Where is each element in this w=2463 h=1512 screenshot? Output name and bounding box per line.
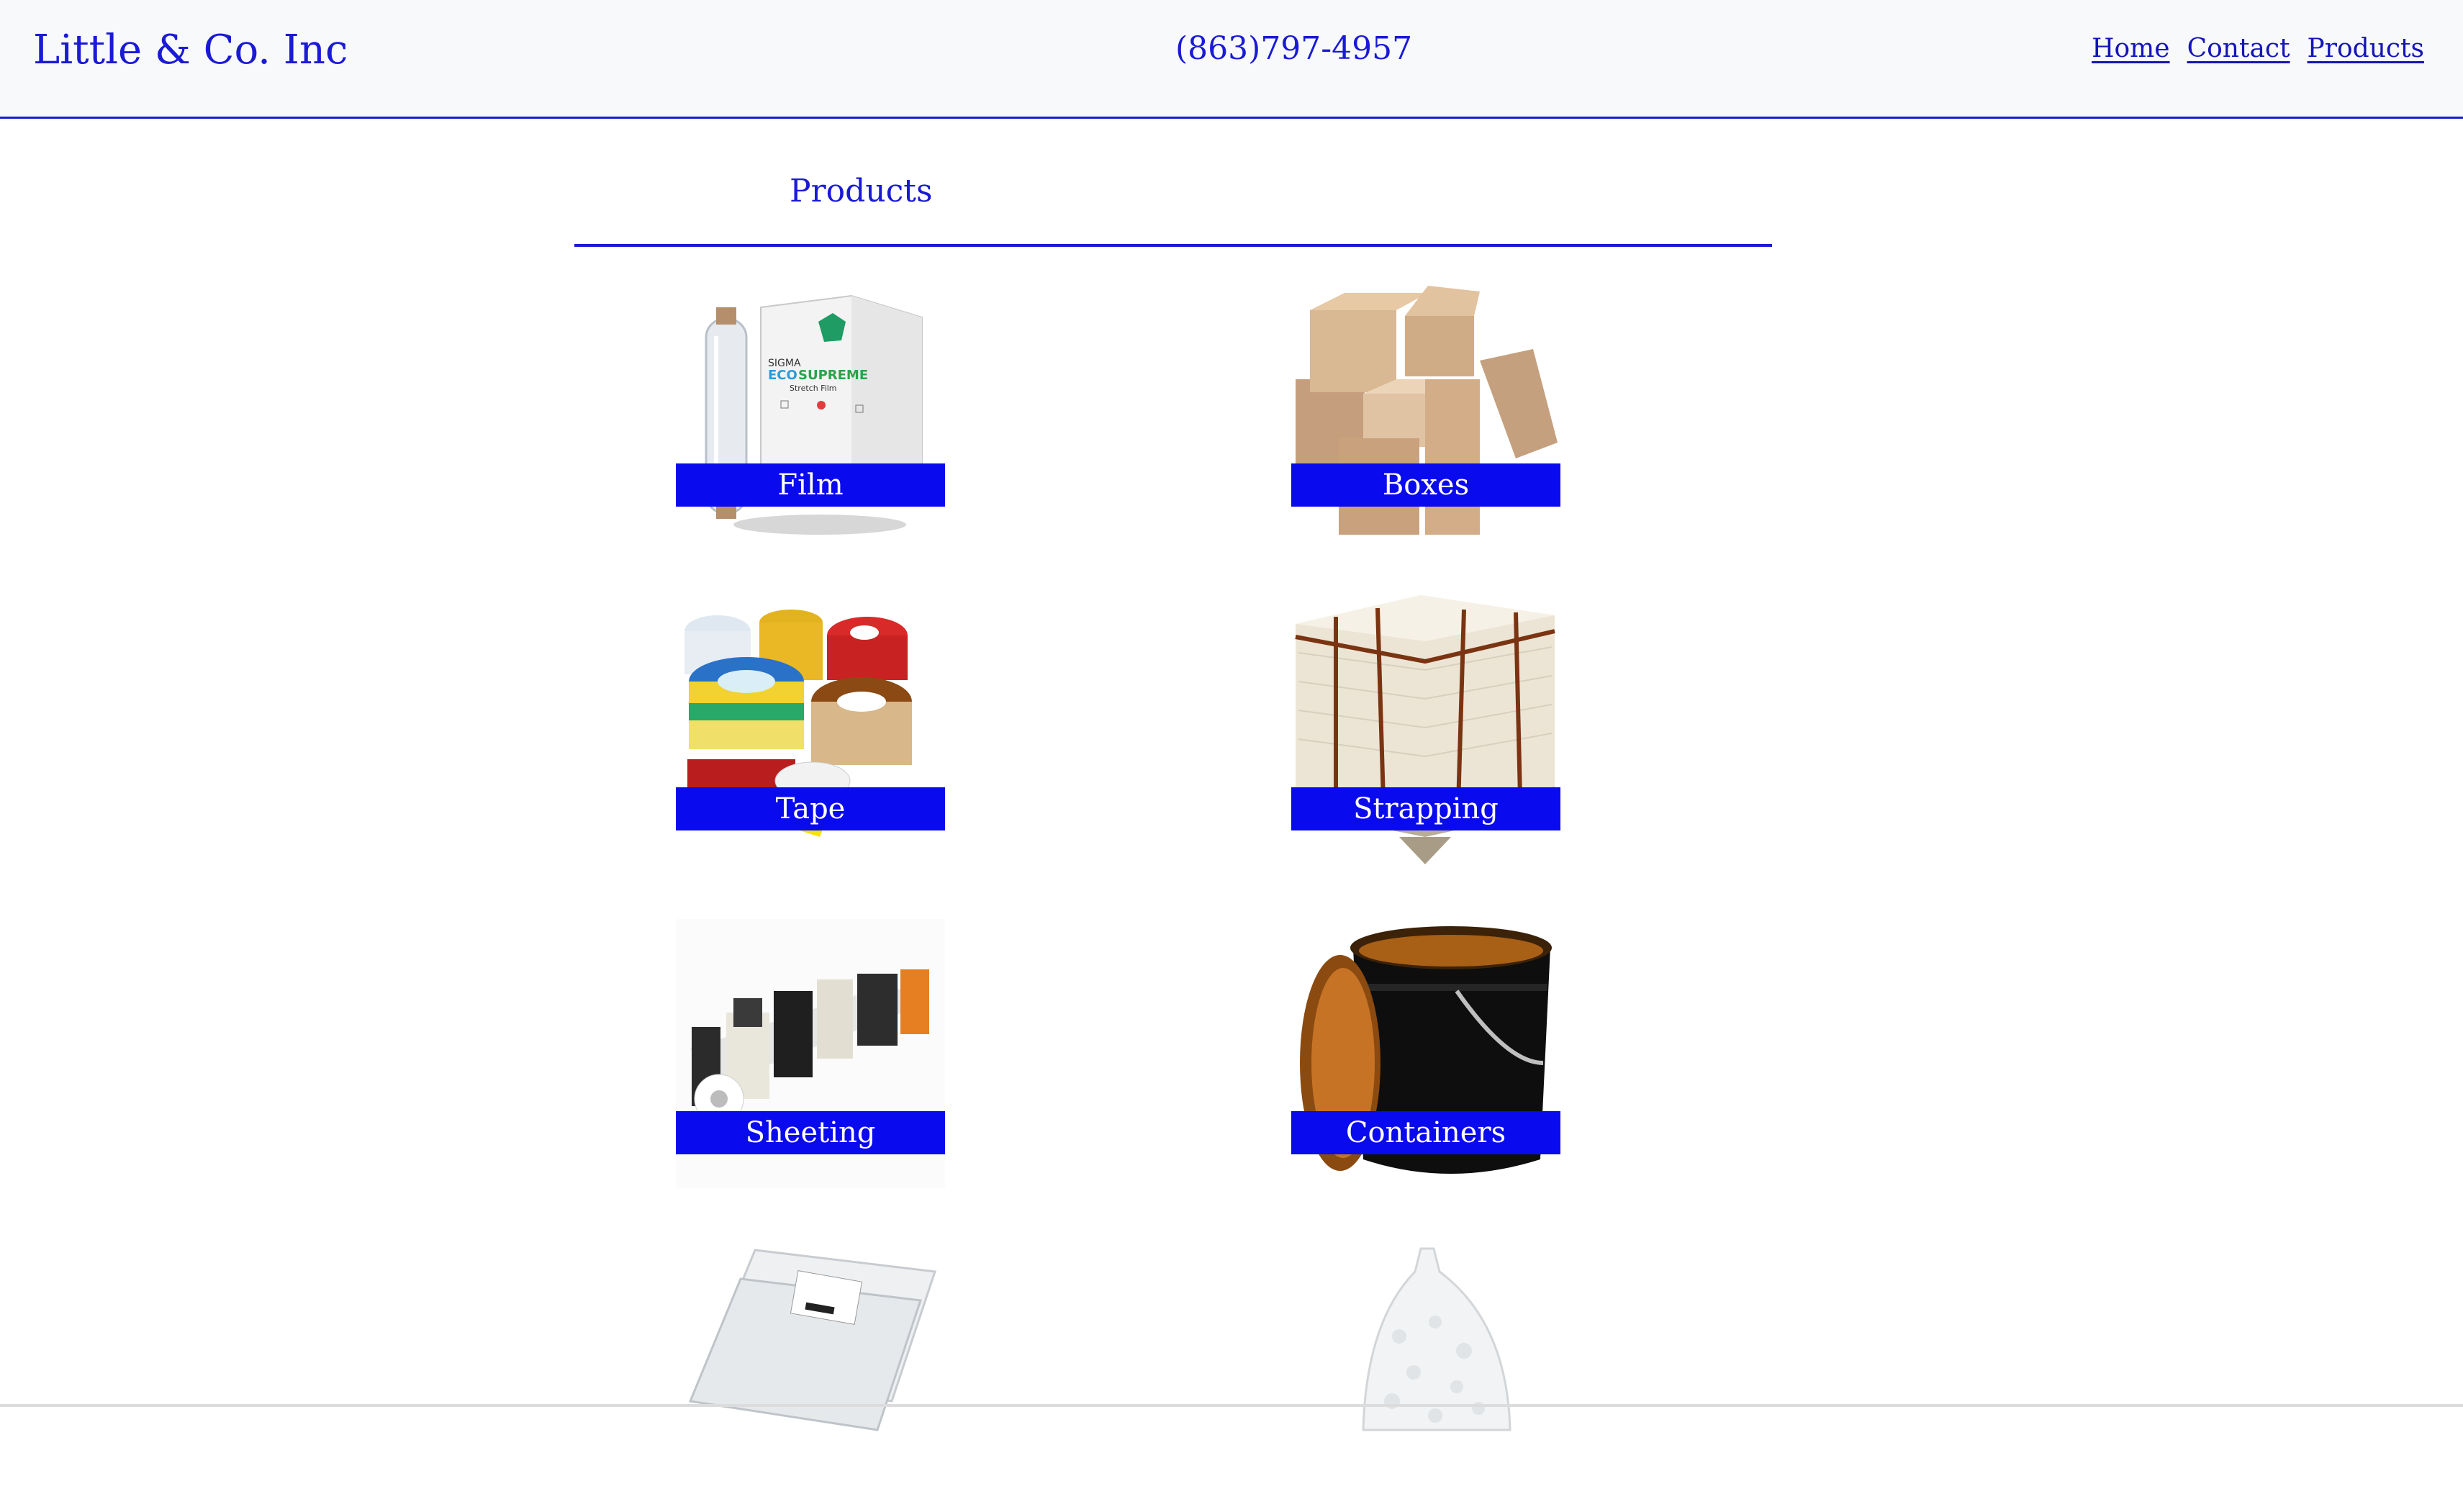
svg-text:SUPREME: SUPREME (798, 368, 868, 383)
nav-contact-link[interactable]: Contact (2187, 30, 2290, 68)
product-tile-film[interactable]: SIGMA ECO SUPREME Stretch Film Film (676, 271, 945, 540)
product-tile-containers[interactable]: Containers (1291, 919, 1560, 1188)
page-title: Products (790, 173, 933, 209)
product-label: Containers (1291, 1111, 1560, 1154)
packing-peanuts-bag-image (1291, 1243, 1560, 1512)
nav-home-link[interactable]: Home (2092, 30, 2170, 68)
nav-products-link[interactable]: Products (2308, 30, 2424, 68)
product-label: Sheeting (676, 1111, 945, 1154)
poly-bags-image (676, 1243, 945, 1512)
product-label: Boxes (1291, 463, 1560, 507)
product-tile-bags[interactable] (676, 1243, 945, 1512)
product-tile-tape[interactable]: Tape (676, 595, 945, 864)
product-tile-sheeting[interactable]: Sheeting (676, 919, 945, 1188)
svg-text:ECO: ECO (768, 368, 797, 383)
title-divider (574, 244, 1772, 247)
window-bottom-edge (0, 1404, 2463, 1407)
phone-number: (863)797-4957 (1175, 30, 1413, 67)
site-header: Little & Co. Inc (863)797-4957 Home Cont… (0, 0, 2463, 119)
product-label: Film (676, 463, 945, 507)
product-tile-boxes[interactable]: Boxes (1291, 271, 1560, 540)
svg-text:Stretch Film: Stretch Film (790, 384, 837, 393)
main-nav: Home Contact Products (2092, 30, 2424, 68)
brand-link[interactable]: Little & Co. Inc (33, 22, 348, 79)
product-label: Tape (676, 787, 945, 830)
product-label: Strapping (1291, 787, 1560, 830)
product-tile-fill[interactable] (1291, 1243, 1560, 1512)
product-tile-strapping[interactable]: Strapping (1291, 595, 1560, 864)
